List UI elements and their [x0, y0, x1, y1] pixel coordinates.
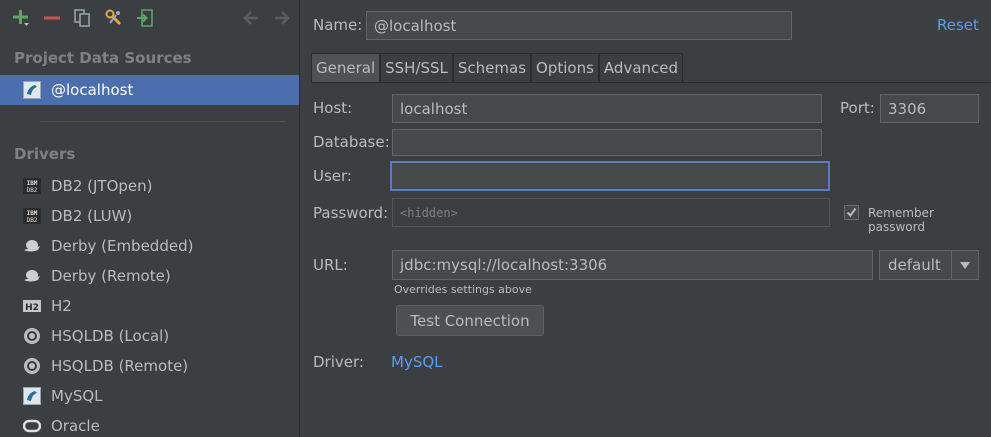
name-value: @localhost	[374, 16, 457, 35]
mysql-icon	[23, 81, 41, 99]
remember-password-label[interactable]: Remember password	[868, 206, 991, 234]
data-source-settings-panel: Name: @localhost Reset General SSH/SSL S…	[301, 0, 991, 437]
data-sources-sidebar: Project Data Sources @localhost Drivers …	[0, 0, 300, 437]
name-label: Name:	[313, 16, 363, 34]
tab-advanced[interactable]: Advanced	[598, 53, 684, 82]
tab-ssh-ssl[interactable]: SSH/SSL	[380, 53, 453, 82]
password-label: Password:	[313, 204, 389, 222]
svg-text:DB2: DB2	[27, 187, 38, 194]
url-hint: Overrides settings above	[394, 283, 532, 296]
driver-link[interactable]: MySQL	[391, 353, 443, 371]
svg-text:IBM: IBM	[27, 210, 38, 217]
driver-label: H2	[51, 297, 72, 315]
port-label: Port:	[840, 99, 875, 117]
database-field[interactable]	[392, 129, 822, 156]
driver-item-hsqldb-remote[interactable]: HSQLDB (Remote)	[0, 351, 299, 381]
oracle-icon	[23, 417, 41, 435]
host-label: Host:	[313, 99, 353, 117]
driver-item-db2-luw[interactable]: IBM DB2 DB2 (LUW)	[0, 201, 299, 231]
driver-item-derby-embedded[interactable]: Derby (Embedded)	[0, 231, 299, 261]
mysql-icon	[23, 387, 41, 405]
project-data-sources-heading: Project Data Sources	[14, 49, 192, 67]
hsqldb-icon	[23, 327, 41, 345]
driver-label: Oracle	[51, 417, 100, 435]
derby-hat-icon	[23, 267, 41, 285]
svg-text:IBM: IBM	[27, 180, 38, 187]
chevron-down-icon	[951, 251, 978, 279]
driver-label: DB2 (LUW)	[51, 207, 133, 225]
minus-icon[interactable]	[42, 8, 62, 28]
user-field[interactable]	[390, 161, 830, 191]
tab-general[interactable]: General	[311, 53, 381, 82]
name-field[interactable]: @localhost	[366, 11, 792, 40]
database-label: Database:	[313, 133, 390, 151]
svg-text:H2: H2	[25, 303, 39, 313]
user-label: User:	[313, 167, 352, 185]
port-value: 3306	[888, 99, 927, 118]
import-icon[interactable]	[135, 8, 155, 28]
tabs-underline	[311, 82, 991, 83]
password-field[interactable]: <hidden>	[392, 198, 830, 227]
ibm-db2-icon: IBM DB2	[23, 177, 41, 195]
reset-link[interactable]: Reset	[937, 16, 979, 34]
host-value: localhost	[400, 99, 468, 118]
data-sources-dialog: Project Data Sources @localhost Drivers …	[0, 0, 991, 437]
plus-icon[interactable]	[11, 8, 31, 28]
h2-icon: H2	[23, 297, 41, 315]
driver-label: HSQLDB (Remote)	[51, 357, 189, 375]
arrow-left-icon[interactable]	[241, 8, 261, 28]
sidebar-divider	[40, 121, 285, 122]
copy-icon[interactable]	[72, 8, 92, 28]
data-source-label: @localhost	[51, 81, 134, 99]
driver-label: MySQL	[51, 387, 103, 405]
host-field[interactable]: localhost	[392, 94, 822, 123]
remember-password-checkbox[interactable]	[844, 205, 859, 220]
url-mode-value: default	[888, 256, 941, 274]
drivers-heading: Drivers	[14, 145, 76, 163]
url-mode-select[interactable]: default	[879, 250, 979, 280]
url-field[interactable]: jdbc:mysql://localhost:3306	[392, 250, 873, 280]
driver-label: DB2 (JTOpen)	[51, 177, 153, 195]
arrow-right-icon[interactable]	[272, 8, 292, 28]
hsqldb-icon	[23, 357, 41, 375]
driver-label: Derby (Remote)	[51, 267, 171, 285]
data-source-item-localhost[interactable]: @localhost	[0, 75, 299, 105]
driver-label: Driver:	[313, 353, 364, 371]
driver-label: Derby (Embedded)	[51, 237, 194, 255]
settings-tabs: General SSH/SSL Schemas Options Advanced	[311, 53, 684, 82]
url-label: URL:	[313, 256, 348, 274]
port-field[interactable]: 3306	[880, 94, 979, 123]
checkmark-icon	[846, 207, 857, 218]
derby-hat-icon	[23, 237, 41, 255]
driver-item-h2[interactable]: H2 H2	[0, 291, 299, 321]
driver-item-db2-jtopen[interactable]: IBM DB2 DB2 (JTOpen)	[0, 171, 299, 201]
driver-item-mysql[interactable]: MySQL	[0, 381, 299, 411]
tab-options[interactable]: Options	[531, 53, 599, 82]
driver-item-oracle[interactable]: Oracle	[0, 411, 299, 437]
sidebar-toolbar	[0, 0, 300, 38]
url-value: jdbc:mysql://localhost:3306	[400, 256, 608, 274]
wrench-icon[interactable]	[104, 8, 124, 28]
svg-text:DB2: DB2	[27, 217, 38, 224]
driver-item-hsqldb-local[interactable]: HSQLDB (Local)	[0, 321, 299, 351]
test-connection-button[interactable]: Test Connection	[396, 305, 544, 336]
driver-label: HSQLDB (Local)	[51, 327, 170, 345]
password-placeholder: <hidden>	[400, 205, 458, 220]
ibm-db2-icon: IBM DB2	[23, 207, 41, 225]
driver-item-derby-remote[interactable]: Derby (Remote)	[0, 261, 299, 291]
tab-schemas[interactable]: Schemas	[452, 53, 532, 82]
